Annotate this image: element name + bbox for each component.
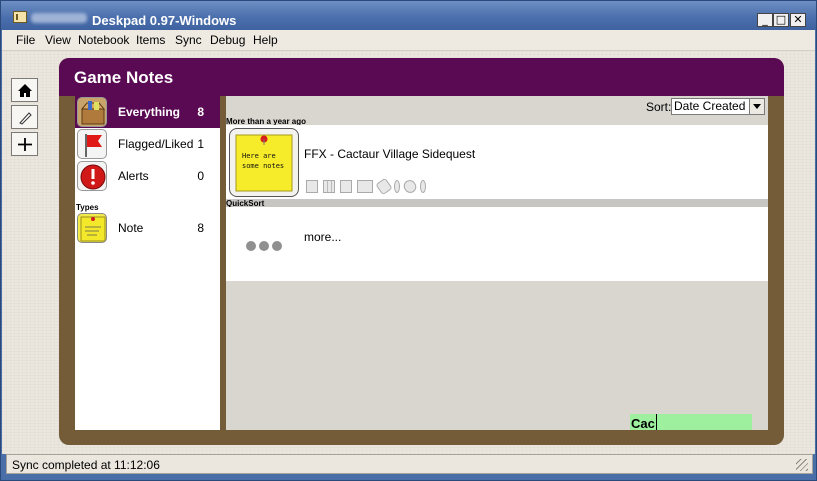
list-item[interactable]: Here are some notes FFX - Cactaur Villag… xyxy=(226,125,768,199)
ellipsis-icon xyxy=(272,241,282,251)
sidebar-item-everything[interactable]: Everything 8 xyxy=(75,96,220,128)
sidebar-item-note[interactable]: Note 8 xyxy=(75,212,220,244)
calendar-icon[interactable] xyxy=(357,180,373,193)
home-icon xyxy=(18,84,32,97)
notebook-header: Game Notes xyxy=(59,58,784,96)
text-caret xyxy=(656,414,657,430)
alert-icon xyxy=(77,161,107,191)
cache-text: Cac xyxy=(631,416,655,431)
sort-select[interactable]: Date Created xyxy=(671,98,765,115)
close-button[interactable]: ✕ xyxy=(790,13,806,27)
box-icon xyxy=(77,97,107,127)
menu-bar: File View Notebook Items Sync Debug Help xyxy=(2,30,815,51)
title-bar[interactable]: Deskpad 0.97-Windows _ □ ✕ xyxy=(1,1,816,30)
notebook-title: Game Notes xyxy=(74,68,174,87)
tag-count-icon xyxy=(394,180,400,193)
flag-icon xyxy=(77,129,107,159)
menu-items[interactable]: Items xyxy=(136,33,165,47)
window-title: Deskpad 0.97-Windows xyxy=(92,13,237,28)
minimize-button[interactable]: _ xyxy=(757,13,773,27)
sidebar-item-count: 8 xyxy=(197,221,204,235)
sidebar-item-label: Flagged/Liked xyxy=(118,137,194,151)
save-icon[interactable] xyxy=(306,180,318,193)
menu-file[interactable]: File xyxy=(16,33,35,47)
sidebar-item-count: 1 xyxy=(197,137,204,151)
note-title[interactable]: FFX - Cactaur Village Sidequest xyxy=(304,147,475,161)
sidebar-item-alerts[interactable]: Alerts 0 xyxy=(75,160,220,192)
grid-icon[interactable] xyxy=(323,180,335,193)
attachment-count-icon xyxy=(420,180,426,193)
sidebar-item-count: 0 xyxy=(197,169,204,183)
sidebar-item-label: Everything xyxy=(118,105,181,119)
list-item[interactable]: more... xyxy=(226,207,768,281)
redacted-user xyxy=(31,13,87,23)
ellipsis-icon xyxy=(259,241,269,251)
maximize-button[interactable]: □ xyxy=(773,13,789,27)
ellipsis-icon xyxy=(246,241,256,251)
sidebar-item-flagged[interactable]: Flagged/Liked 1 xyxy=(75,128,220,160)
edit-icon xyxy=(19,112,32,125)
edit-button[interactable] xyxy=(11,105,38,129)
sidebar-item-label: Note xyxy=(118,221,144,235)
download-icon[interactable] xyxy=(340,180,352,193)
sidebar-item-label: Alerts xyxy=(118,169,149,183)
status-bar: Sync completed at 11:12:06 xyxy=(6,454,813,474)
app-icon xyxy=(13,11,27,23)
note-thumb-text: Here are some notes xyxy=(242,152,285,170)
status-text: Sync completed at 11:12:06 xyxy=(12,458,160,472)
menu-sync[interactable]: Sync xyxy=(175,33,202,47)
home-button[interactable] xyxy=(11,78,38,102)
menu-notebook[interactable]: Notebook xyxy=(78,33,129,47)
menu-help[interactable]: Help xyxy=(253,33,278,47)
app-window: Deskpad 0.97-Windows _ □ ✕ File View Not… xyxy=(0,0,817,481)
menu-view[interactable]: View xyxy=(45,33,71,47)
group-divider xyxy=(226,199,768,207)
add-button[interactable] xyxy=(11,132,38,156)
paperclip-icon[interactable] xyxy=(401,177,419,196)
more-link[interactable]: more... xyxy=(304,230,341,244)
add-icon xyxy=(18,138,32,151)
sidebar-item-count: 8 xyxy=(197,105,204,119)
resize-grip-icon[interactable] xyxy=(796,459,808,471)
sort-value: Date Created xyxy=(674,99,746,113)
sort-label: Sort: xyxy=(646,100,672,114)
sidebar: Everything 8 Flagged/Liked 1 Alerts 0 Ty… xyxy=(75,96,220,430)
sticky-note-icon xyxy=(77,213,107,243)
chevron-down-icon[interactable] xyxy=(749,99,764,114)
tag-icon[interactable] xyxy=(375,177,393,196)
notes-panel: Sort: Date Created More than a year ago … xyxy=(226,96,768,431)
menu-debug[interactable]: Debug xyxy=(210,33,245,47)
note-thumbnail[interactable]: Here are some notes xyxy=(229,128,299,197)
types-label: Types xyxy=(76,203,99,212)
